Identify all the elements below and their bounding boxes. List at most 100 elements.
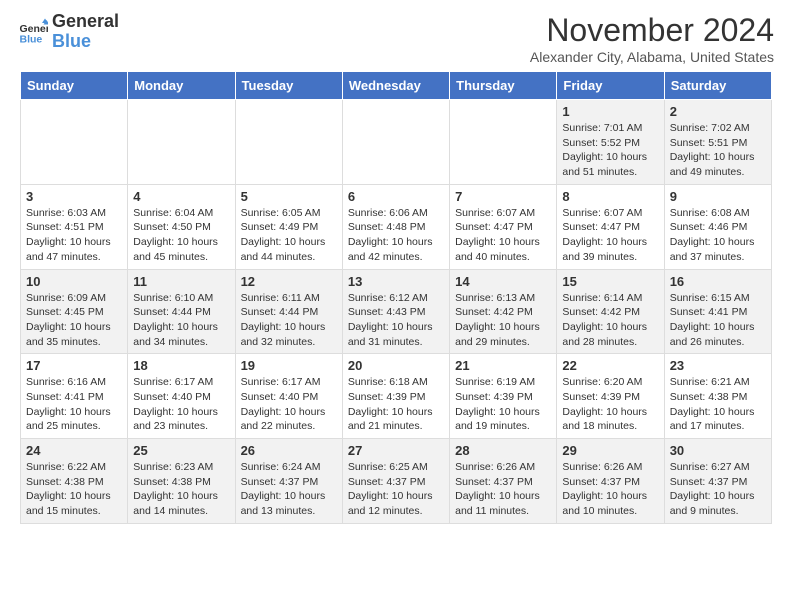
day-number: 12 bbox=[241, 274, 337, 289]
weekday-header-thursday: Thursday bbox=[450, 72, 557, 100]
day-info: Sunrise: 6:10 AM Sunset: 4:44 PM Dayligh… bbox=[133, 291, 229, 350]
day-info: Sunrise: 6:15 AM Sunset: 4:41 PM Dayligh… bbox=[670, 291, 766, 350]
day-info: Sunrise: 6:12 AM Sunset: 4:43 PM Dayligh… bbox=[348, 291, 444, 350]
day-number: 26 bbox=[241, 443, 337, 458]
day-cell: 11 Sunrise: 6:10 AM Sunset: 4:44 PM Dayli… bbox=[128, 269, 235, 354]
day-cell: 8Sunrise: 6:07 AM Sunset: 4:47 PM Daylig… bbox=[557, 184, 664, 269]
day-info: Sunrise: 6:19 AM Sunset: 4:39 PM Dayligh… bbox=[455, 375, 551, 434]
day-number: 14 bbox=[455, 274, 551, 289]
header: General Blue General Blue November 2024 … bbox=[0, 0, 792, 71]
day-cell: 7Sunrise: 6:07 AM Sunset: 4:47 PM Daylig… bbox=[450, 184, 557, 269]
day-cell: 16 Sunrise: 6:15 AM Sunset: 4:41 PM Dayli… bbox=[664, 269, 771, 354]
day-cell: 23 Sunrise: 6:21 AM Sunset: 4:38 PM Dayli… bbox=[664, 354, 771, 439]
day-cell: 6 Sunrise: 6:06 AM Sunset: 4:48 PM Daylig… bbox=[342, 184, 449, 269]
title-block: November 2024 Alexander City, Alabama, U… bbox=[530, 12, 774, 65]
day-cell: 24 Sunrise: 6:22 AM Sunset: 4:38 PM Dayli… bbox=[21, 439, 128, 524]
day-info: Sunrise: 6:13 AM Sunset: 4:42 PM Dayligh… bbox=[455, 291, 551, 350]
weekday-header-friday: Friday bbox=[557, 72, 664, 100]
day-info: Sunrise: 6:14 AM Sunset: 4:42 PM Dayligh… bbox=[562, 291, 658, 350]
day-cell: 18 Sunrise: 6:17 AM Sunset: 4:40 PM Dayli… bbox=[128, 354, 235, 439]
day-number: 21 bbox=[455, 358, 551, 373]
day-number: 8 bbox=[562, 189, 658, 204]
day-number: 25 bbox=[133, 443, 229, 458]
day-number: 18 bbox=[133, 358, 229, 373]
weekday-header-monday: Monday bbox=[128, 72, 235, 100]
week-row-4: 24 Sunrise: 6:22 AM Sunset: 4:38 PM Dayli… bbox=[21, 439, 772, 524]
weekday-header-saturday: Saturday bbox=[664, 72, 771, 100]
day-info: Sunrise: 7:02 AM Sunset: 5:51 PM Dayligh… bbox=[670, 121, 766, 180]
day-number: 15 bbox=[562, 274, 658, 289]
day-info: Sunrise: 6:08 AM Sunset: 4:46 PM Dayligh… bbox=[670, 206, 766, 265]
day-info: Sunrise: 6:17 AM Sunset: 4:40 PM Dayligh… bbox=[241, 375, 337, 434]
day-info: Sunrise: 6:16 AM Sunset: 4:41 PM Dayligh… bbox=[26, 375, 122, 434]
day-number: 5 bbox=[241, 189, 337, 204]
weekday-header-tuesday: Tuesday bbox=[235, 72, 342, 100]
day-info: Sunrise: 6:22 AM Sunset: 4:38 PM Dayligh… bbox=[26, 460, 122, 519]
day-number: 2 bbox=[670, 104, 766, 119]
day-cell: 30 Sunrise: 6:27 AM Sunset: 4:37 PM Dayli… bbox=[664, 439, 771, 524]
day-number: 28 bbox=[455, 443, 551, 458]
logo: General Blue General Blue bbox=[18, 12, 119, 52]
day-number: 11 bbox=[133, 274, 229, 289]
day-cell: 15 Sunrise: 6:14 AM Sunset: 4:42 PM Dayli… bbox=[557, 269, 664, 354]
day-cell: 20 Sunrise: 6:18 AM Sunset: 4:39 PM Dayli… bbox=[342, 354, 449, 439]
day-info: Sunrise: 6:26 AM Sunset: 4:37 PM Dayligh… bbox=[455, 460, 551, 519]
day-cell: 3Sunrise: 6:03 AM Sunset: 4:51 PM Daylig… bbox=[21, 184, 128, 269]
day-cell bbox=[450, 100, 557, 185]
day-number: 30 bbox=[670, 443, 766, 458]
day-info: Sunrise: 7:01 AM Sunset: 5:52 PM Dayligh… bbox=[562, 121, 658, 180]
day-cell: 9 Sunrise: 6:08 AM Sunset: 4:46 PM Daylig… bbox=[664, 184, 771, 269]
day-info: Sunrise: 6:20 AM Sunset: 4:39 PM Dayligh… bbox=[562, 375, 658, 434]
day-number: 23 bbox=[670, 358, 766, 373]
day-number: 9 bbox=[670, 189, 766, 204]
day-cell bbox=[235, 100, 342, 185]
month-title: November 2024 bbox=[530, 12, 774, 49]
svg-text:Blue: Blue bbox=[20, 33, 43, 45]
weekday-header-row: SundayMondayTuesdayWednesdayThursdayFrid… bbox=[21, 72, 772, 100]
day-number: 24 bbox=[26, 443, 122, 458]
day-info: Sunrise: 6:18 AM Sunset: 4:39 PM Dayligh… bbox=[348, 375, 444, 434]
day-cell bbox=[128, 100, 235, 185]
day-info: Sunrise: 6:07 AM Sunset: 4:47 PM Dayligh… bbox=[455, 206, 551, 265]
day-number: 20 bbox=[348, 358, 444, 373]
day-cell: 4 Sunrise: 6:04 AM Sunset: 4:50 PM Daylig… bbox=[128, 184, 235, 269]
day-number: 4 bbox=[133, 189, 229, 204]
day-cell: 29 Sunrise: 6:26 AM Sunset: 4:37 PM Dayli… bbox=[557, 439, 664, 524]
day-info: Sunrise: 6:25 AM Sunset: 4:37 PM Dayligh… bbox=[348, 460, 444, 519]
day-info: Sunrise: 6:05 AM Sunset: 4:49 PM Dayligh… bbox=[241, 206, 337, 265]
logo-icon: General Blue bbox=[18, 17, 48, 47]
day-info: Sunrise: 6:26 AM Sunset: 4:37 PM Dayligh… bbox=[562, 460, 658, 519]
day-number: 27 bbox=[348, 443, 444, 458]
day-number: 6 bbox=[348, 189, 444, 204]
day-cell: 19 Sunrise: 6:17 AM Sunset: 4:40 PM Dayli… bbox=[235, 354, 342, 439]
day-cell: 2 Sunrise: 7:02 AM Sunset: 5:51 PM Daylig… bbox=[664, 100, 771, 185]
day-cell: 10 Sunrise: 6:09 AM Sunset: 4:45 PM Dayli… bbox=[21, 269, 128, 354]
week-row-1: 3Sunrise: 6:03 AM Sunset: 4:51 PM Daylig… bbox=[21, 184, 772, 269]
day-info: Sunrise: 6:27 AM Sunset: 4:37 PM Dayligh… bbox=[670, 460, 766, 519]
day-cell: 1Sunrise: 7:01 AM Sunset: 5:52 PM Daylig… bbox=[557, 100, 664, 185]
day-info: Sunrise: 6:23 AM Sunset: 4:38 PM Dayligh… bbox=[133, 460, 229, 519]
day-number: 13 bbox=[348, 274, 444, 289]
day-cell: 25 Sunrise: 6:23 AM Sunset: 4:38 PM Dayli… bbox=[128, 439, 235, 524]
day-cell: 22Sunrise: 6:20 AM Sunset: 4:39 PM Dayli… bbox=[557, 354, 664, 439]
day-info: Sunrise: 6:11 AM Sunset: 4:44 PM Dayligh… bbox=[241, 291, 337, 350]
day-cell: 17Sunrise: 6:16 AM Sunset: 4:41 PM Dayli… bbox=[21, 354, 128, 439]
day-info: Sunrise: 6:09 AM Sunset: 4:45 PM Dayligh… bbox=[26, 291, 122, 350]
page-container: General Blue General Blue November 2024 … bbox=[0, 0, 792, 534]
location: Alexander City, Alabama, United States bbox=[530, 49, 774, 65]
day-number: 16 bbox=[670, 274, 766, 289]
day-info: Sunrise: 6:03 AM Sunset: 4:51 PM Dayligh… bbox=[26, 206, 122, 265]
day-cell: 14 Sunrise: 6:13 AM Sunset: 4:42 PM Dayli… bbox=[450, 269, 557, 354]
day-number: 29 bbox=[562, 443, 658, 458]
day-info: Sunrise: 6:21 AM Sunset: 4:38 PM Dayligh… bbox=[670, 375, 766, 434]
day-cell: 5 Sunrise: 6:05 AM Sunset: 4:49 PM Daylig… bbox=[235, 184, 342, 269]
day-info: Sunrise: 6:24 AM Sunset: 4:37 PM Dayligh… bbox=[241, 460, 337, 519]
day-number: 19 bbox=[241, 358, 337, 373]
week-row-2: 10 Sunrise: 6:09 AM Sunset: 4:45 PM Dayli… bbox=[21, 269, 772, 354]
day-cell: 27 Sunrise: 6:25 AM Sunset: 4:37 PM Dayli… bbox=[342, 439, 449, 524]
day-info: Sunrise: 6:06 AM Sunset: 4:48 PM Dayligh… bbox=[348, 206, 444, 265]
day-cell: 28 Sunrise: 6:26 AM Sunset: 4:37 PM Dayli… bbox=[450, 439, 557, 524]
day-info: Sunrise: 6:04 AM Sunset: 4:50 PM Dayligh… bbox=[133, 206, 229, 265]
day-info: Sunrise: 6:17 AM Sunset: 4:40 PM Dayligh… bbox=[133, 375, 229, 434]
day-number: 10 bbox=[26, 274, 122, 289]
